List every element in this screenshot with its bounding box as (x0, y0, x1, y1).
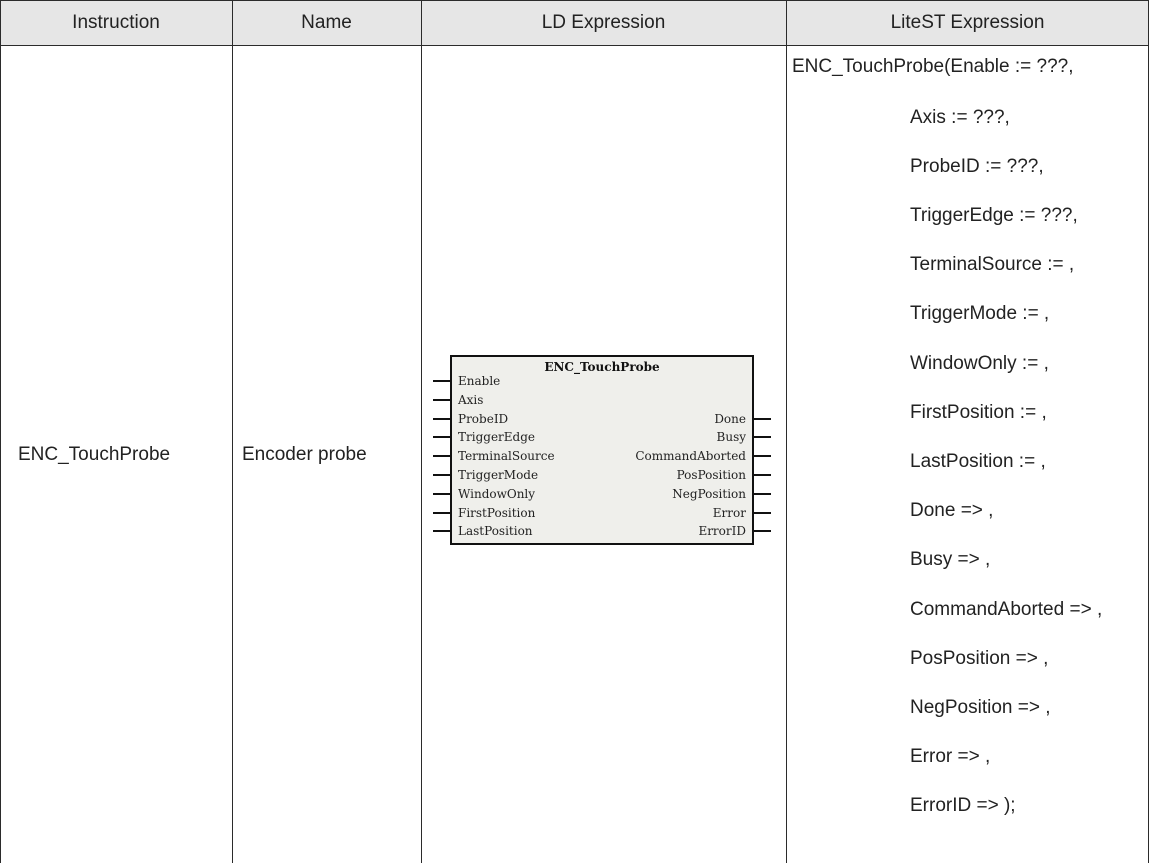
output-pin-line (754, 474, 771, 476)
litest-first-line: ENC_TouchProbe(Enable := ???, (792, 56, 1074, 77)
table-border-top (0, 0, 1149, 1)
litest-parameter-line: NegPosition => , (910, 697, 1051, 718)
input-pin-label: WindowOnly (458, 486, 536, 501)
input-pin-line (433, 511, 450, 514)
litest-parameter-line: LastPosition := , (910, 451, 1046, 472)
input-pin-line (433, 530, 450, 533)
litest-parameter-line: WindowOnly := , (910, 353, 1049, 374)
output-pin-label: NegPosition (672, 486, 746, 501)
output-pin-line (754, 492, 771, 495)
litest-parameter-line: TriggerEdge := ???, (910, 205, 1078, 226)
function-block-box: ENC_TouchProbe Enable Axis ProbeID TriggerE… (450, 355, 754, 545)
litest-parameter-line: TriggerMode := , (910, 303, 1050, 324)
litest-parameter-line: Axis := ???, (910, 107, 1010, 128)
column-divider-1 (232, 0, 233, 863)
ld-function-block: ENC_TouchProbe Enable Axis ProbeID TriggerE… (426, 353, 771, 549)
cell-name: Encoder probe (242, 444, 367, 465)
output-pin-line (754, 436, 771, 439)
litest-parameter-line: FirstPosition := , (910, 402, 1047, 423)
cell-instruction: ENC_TouchProbe (18, 444, 171, 465)
input-pin-label: ProbeID (458, 411, 509, 426)
litest-parameter-line: ErrorID => ); (910, 795, 1016, 816)
input-pin-line (433, 398, 450, 401)
table-border-left (0, 0, 1, 863)
litest-parameter-line: CommandAborted => , (910, 599, 1103, 620)
litest-parameter-line: ProbeID := ???, (910, 156, 1044, 177)
output-pin-line (754, 530, 771, 533)
input-pin-label: TriggerEdge (458, 430, 536, 445)
litest-parameter-line: TerminalSource := , (910, 254, 1075, 275)
input-pin-label: FirstPosition (458, 505, 536, 520)
litest-parameter-line: Busy => , (910, 549, 991, 570)
input-pin-label: LastPosition (458, 524, 533, 539)
input-pin-line (433, 455, 450, 458)
input-pin-line (433, 474, 450, 476)
header-ld-expression: LD Expression (541, 12, 666, 33)
output-pin-label: CommandAborted (635, 449, 746, 464)
column-divider-3 (786, 0, 787, 863)
header-instruction: Instruction (72, 12, 160, 33)
litest-parameter-line: PosPosition => , (910, 648, 1049, 669)
litest-parameter-line: Error => , (910, 746, 991, 767)
function-block-title: ENC_TouchProbe (544, 360, 660, 374)
header-divider (0, 45, 1149, 46)
output-pin-line (754, 455, 771, 458)
column-divider-2 (421, 0, 422, 863)
input-pin-label: TriggerMode (458, 468, 539, 482)
input-pin-line (433, 417, 450, 420)
output-pin-label: PosPosition (676, 468, 746, 482)
header-name: Name (301, 12, 352, 33)
litest-parameter-line: Done => , (910, 500, 994, 521)
input-pin-line (433, 436, 450, 439)
output-pin-label: ErrorID (698, 524, 746, 539)
input-pin-line (433, 380, 450, 382)
output-pin-label: Done (714, 411, 746, 426)
header-litest-expression: LiteST Expression (890, 12, 1045, 33)
output-pin-label: Busy (716, 430, 746, 445)
input-pin-label: TerminalSource (458, 449, 555, 464)
output-pin-label: Error (712, 505, 746, 520)
input-pin-label: Enable (458, 374, 501, 388)
input-pin-label: Axis (458, 392, 484, 407)
output-pin-line (754, 417, 771, 420)
input-pin-line (433, 492, 450, 495)
output-pin-line (754, 511, 771, 514)
